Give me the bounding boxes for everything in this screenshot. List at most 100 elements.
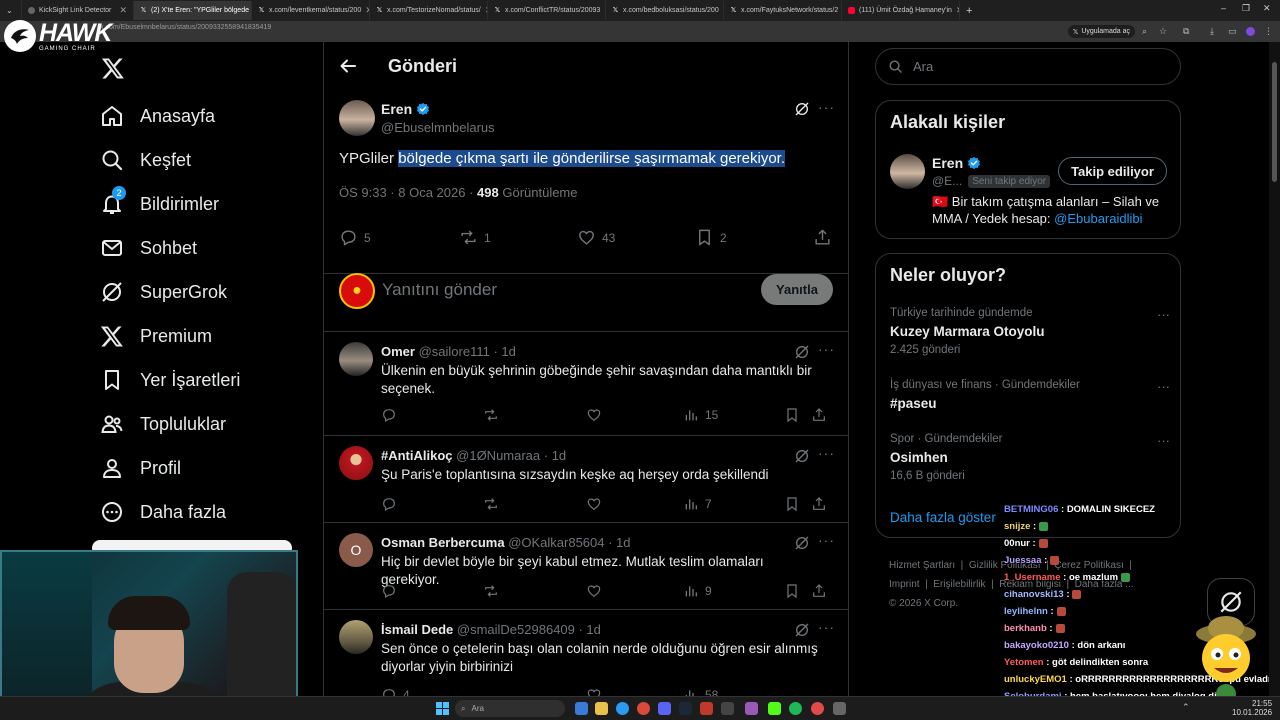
back-arrow-icon[interactable] (338, 56, 358, 76)
bookmark-button[interactable] (784, 496, 800, 512)
chrome-icon[interactable] (637, 702, 650, 715)
reply-post[interactable]: Omer @sailore111 · 1d ··· Ülkenin en büy… (324, 332, 848, 436)
like-button[interactable] (586, 496, 602, 512)
avatar[interactable] (339, 620, 373, 654)
share-button[interactable] (813, 228, 832, 247)
grok-icon[interactable] (794, 622, 810, 638)
retweet-button[interactable] (483, 496, 499, 512)
following-button[interactable]: Takip ediliyor (1058, 157, 1167, 185)
author-handle[interactable]: @smailDe52986409 · 1d (457, 622, 601, 637)
tray-expand-icon[interactable]: ⌃ (1182, 702, 1190, 713)
avatar[interactable] (890, 154, 925, 189)
more-options-icon[interactable]: ··· (1157, 433, 1170, 448)
app-icon[interactable] (811, 702, 824, 715)
nav-item-supergrok[interactable]: SuperGrok (100, 277, 227, 307)
discord-icon[interactable] (658, 702, 671, 715)
retweet-button[interactable] (483, 583, 499, 599)
views-button[interactable]: 7 (683, 496, 712, 512)
x-logo-icon[interactable] (101, 56, 125, 80)
app-icon[interactable] (833, 702, 846, 715)
more-options-icon[interactable]: ··· (1157, 379, 1170, 394)
bookmark-button[interactable] (784, 407, 800, 423)
footer-link[interactable]: Imprint (889, 579, 920, 590)
file-explorer-icon[interactable] (595, 702, 608, 715)
author-name[interactable]: Osman Berbercuma (381, 535, 505, 550)
like-button[interactable] (586, 407, 602, 423)
nav-item-profile[interactable]: Profil (100, 453, 181, 483)
app-icon[interactable] (721, 702, 734, 715)
nav-item-more[interactable]: Daha fazla (100, 497, 226, 527)
author-name[interactable]: Eren (381, 101, 430, 117)
browser-tab[interactable]: 𝕏x.com/bedboluksasi/status/200✕ (606, 1, 724, 20)
grok-icon[interactable] (794, 101, 810, 117)
grok-icon[interactable] (794, 448, 810, 464)
views-button[interactable]: 9 (683, 583, 712, 599)
browser-tab-active[interactable]: 𝕏(2) X'te Eren: "YPGliler bölgede✕ (134, 1, 252, 20)
reply-submit-button[interactable]: Yanıtla (761, 274, 833, 305)
author-name[interactable]: İsmail Dede (381, 622, 453, 637)
steam-icon[interactable] (679, 702, 692, 715)
page-scrollbar[interactable] (1269, 42, 1280, 696)
maximize-icon[interactable]: ❐ (1242, 3, 1250, 14)
browser-tab[interactable]: 𝕏x.com/leventkemal/status/200✕ (252, 1, 370, 20)
nav-item-communities[interactable]: Topluluklar (100, 409, 226, 439)
like-button[interactable] (586, 583, 602, 599)
more-options-icon[interactable]: ··· (1157, 307, 1170, 322)
tab-close-icon[interactable]: ✕ (119, 5, 127, 16)
windows-start-icon[interactable] (436, 702, 449, 715)
author-handle[interactable]: @Ebuselmnbelarus (381, 120, 495, 135)
own-avatar[interactable]: ● (339, 273, 375, 309)
grok-icon[interactable] (794, 344, 810, 360)
app-icon[interactable] (745, 702, 758, 715)
views-button[interactable]: 15 (683, 407, 718, 423)
retweet-button[interactable] (483, 407, 499, 423)
reply-button[interactable] (381, 496, 397, 512)
taskbar-clock[interactable]: 21:55 10.01.2026 (1232, 699, 1272, 717)
extensions-icon[interactable]: ⧉ (1183, 26, 1189, 37)
browser-tab[interactable]: (111) Ümit Özdağ Hamaney'in✕ (842, 1, 960, 20)
share-button[interactable] (811, 407, 827, 423)
footer-link[interactable]: Hizmet Şartları (889, 560, 955, 571)
grok-icon[interactable] (794, 535, 810, 551)
open-in-app-button[interactable]: 𝕏 Uygulamada aç (1067, 25, 1135, 38)
bookmark-button[interactable] (784, 583, 800, 599)
spotify-icon[interactable] (789, 702, 802, 715)
scroll-thumb[interactable] (1272, 62, 1277, 182)
more-options-icon[interactable]: ··· (818, 445, 835, 461)
author-handle[interactable]: @1ØNumaraa · 1d (456, 448, 566, 463)
url-field[interactable]: x.com/Ebuselmnbelarus/status/20093325589… (100, 24, 271, 31)
show-more-link[interactable]: Daha fazla göster (890, 510, 996, 525)
author-handle[interactable]: @OKalkar85604 · 1d (508, 535, 630, 550)
avatar[interactable]: O (339, 533, 373, 567)
reply-button[interactable] (381, 583, 397, 599)
reply-button[interactable]: 5 (339, 228, 371, 247)
reply-post[interactable]: #AntiAlikoç @1ØNumaraa · 1d ··· Şu Paris… (324, 436, 848, 523)
nav-item-explore[interactable]: Keşfet (100, 145, 191, 175)
more-options-icon[interactable]: ··· (818, 99, 835, 115)
retweet-button[interactable]: 1 (459, 228, 491, 247)
minimize-icon[interactable]: – (1221, 3, 1226, 13)
browser-tab[interactable]: 𝕏x.com/TestorizeNomad/status/✕ (370, 1, 488, 20)
download-icon[interactable]: ⤓ (1210, 26, 1214, 37)
nav-item-chat[interactable]: Sohbet (100, 233, 197, 263)
star-icon[interactable]: ☆ (1159, 26, 1167, 37)
bookmark-button[interactable]: 2 (695, 228, 727, 247)
new-tab-button[interactable]: + (960, 5, 978, 17)
kick-icon[interactable] (768, 702, 781, 715)
zoom-icon[interactable]: ⌕ (1142, 26, 1147, 37)
footer-link[interactable]: Erişilebilirlik (933, 579, 985, 590)
author-name[interactable]: Omer (381, 344, 415, 359)
task-view-icon[interactable] (575, 702, 588, 715)
share-button[interactable] (811, 583, 827, 599)
related-user-name[interactable]: Eren (932, 155, 981, 171)
avatar[interactable] (339, 100, 375, 136)
sidebar-icon[interactable]: ▭ (1228, 26, 1237, 37)
reply-input[interactable]: Yanıtını gönder (382, 280, 497, 300)
menu-icon[interactable]: ⋮ (1264, 26, 1273, 37)
trend-item[interactable]: İş dünyası ve finans · Gündemdekiler #pa… (890, 379, 1170, 411)
more-options-icon[interactable]: ··· (818, 619, 835, 635)
nav-item-bookmarks[interactable]: Yer İşaretleri (100, 365, 240, 395)
tab-search-icon[interactable]: ⌄ (6, 6, 13, 15)
bio-link[interactable]: @Ebubaraidlibi (1054, 211, 1142, 226)
search-input[interactable]: Ara (875, 48, 1181, 85)
